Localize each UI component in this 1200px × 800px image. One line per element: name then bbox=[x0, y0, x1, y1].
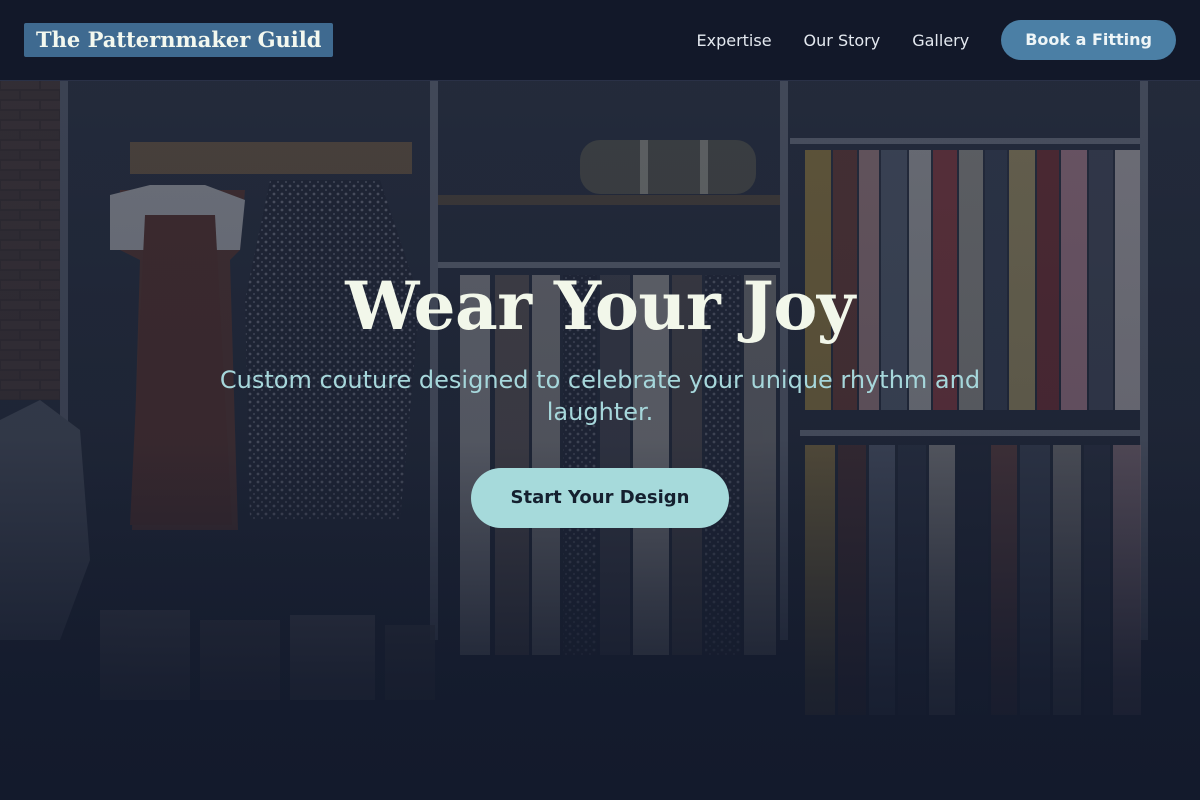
top-navigation: The Patternmaker Guild Expertise Our Sto… bbox=[0, 0, 1200, 81]
hero-subtitle: Custom couture designed to celebrate you… bbox=[219, 366, 981, 426]
nav-link-our-story[interactable]: Our Story bbox=[804, 31, 881, 50]
book-fitting-button[interactable]: Book a Fitting bbox=[1001, 20, 1176, 60]
nav-link-expertise[interactable]: Expertise bbox=[696, 31, 771, 50]
nav-links: Expertise Our Story Gallery Book a Fitti… bbox=[696, 20, 1176, 60]
hero-section: Wear Your Joy Custom couture designed to… bbox=[0, 262, 1200, 528]
nav-link-gallery[interactable]: Gallery bbox=[912, 31, 969, 50]
brand-logo[interactable]: The Patternmaker Guild bbox=[24, 23, 334, 57]
start-design-button[interactable]: Start Your Design bbox=[470, 468, 730, 528]
hero-title: Wear Your Joy bbox=[345, 267, 855, 345]
